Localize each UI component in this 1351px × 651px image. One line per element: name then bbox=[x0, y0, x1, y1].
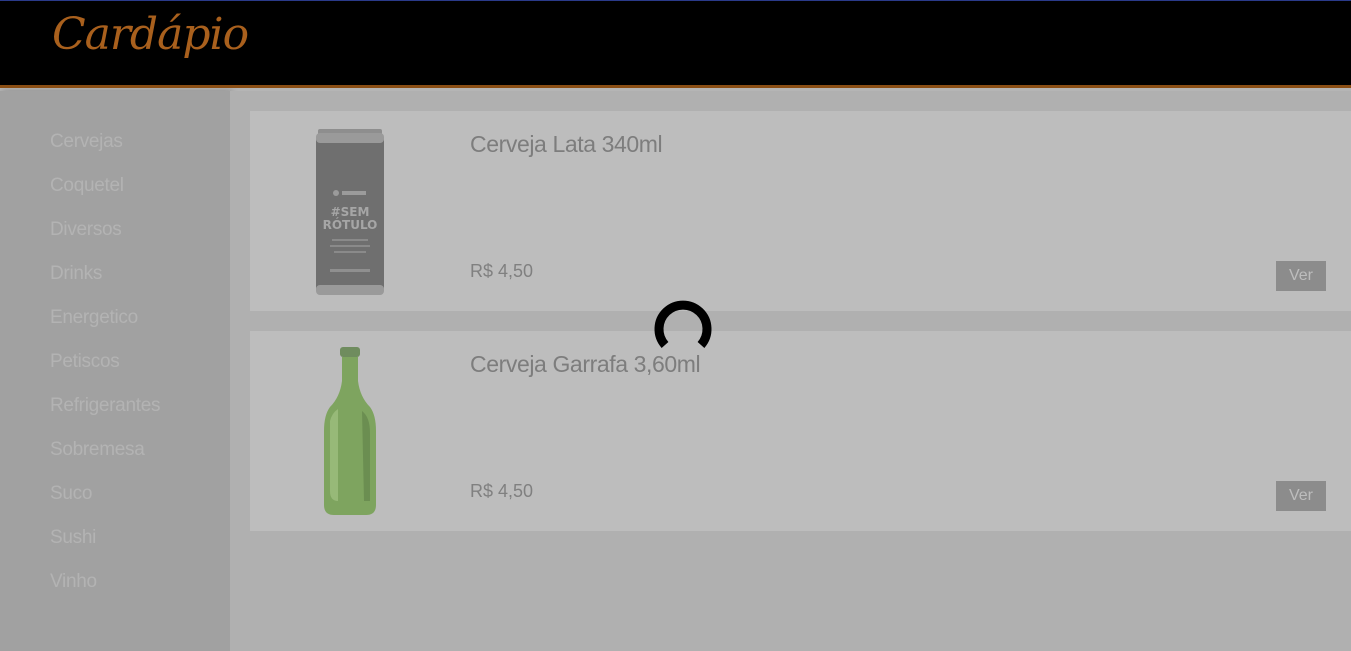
logo[interactable]: Cardápio bbox=[52, 9, 249, 60]
can-label-line1: #SEM bbox=[331, 205, 370, 219]
sidebar-item-energetico[interactable]: Energetico bbox=[50, 307, 138, 329]
product-card: #SEM RÓTULO Cerveja Lata 340ml R$ 4,50 V… bbox=[250, 111, 1351, 311]
product-card: Cerveja Garrafa 3,60ml R$ 4,50 Ver bbox=[250, 331, 1351, 531]
sidebar-item-cervejas[interactable]: Cervejas bbox=[50, 131, 123, 153]
sidebar-item-vinho[interactable]: Vinho bbox=[50, 571, 97, 593]
loading-spinner-icon bbox=[653, 297, 713, 357]
sidebar-item-refrigerantes[interactable]: Refrigerantes bbox=[50, 395, 160, 417]
sidebar-item-coquetel[interactable]: Coquetel bbox=[50, 175, 124, 197]
sidebar-item-sushi[interactable]: Sushi bbox=[50, 527, 96, 549]
product-list: #SEM RÓTULO Cerveja Lata 340ml R$ 4,50 V… bbox=[230, 91, 1351, 651]
header: Cardápio bbox=[0, 0, 1351, 88]
sidebar-item-petiscos[interactable]: Petiscos bbox=[50, 351, 120, 373]
sidebar-item-suco[interactable]: Suco bbox=[50, 483, 92, 505]
view-product-button[interactable]: Ver bbox=[1276, 261, 1326, 291]
sidebar-item-drinks[interactable]: Drinks bbox=[50, 263, 102, 285]
product-price: R$ 4,50 bbox=[470, 481, 534, 501]
can-label-line2: RÓTULO bbox=[323, 217, 378, 232]
beer-bottle-icon bbox=[310, 341, 390, 521]
view-product-button[interactable]: Ver bbox=[1276, 481, 1326, 511]
product-price: R$ 4,50 bbox=[470, 261, 534, 281]
sidebar: Cervejas Coquetel Diversos Drinks Energe… bbox=[0, 91, 230, 651]
sidebar-item-diversos[interactable]: Diversos bbox=[50, 219, 122, 241]
beer-can-icon: #SEM RÓTULO bbox=[310, 121, 390, 301]
sidebar-item-sobremesa[interactable]: Sobremesa bbox=[50, 439, 145, 461]
product-title: Cerveja Lata 340ml bbox=[470, 131, 663, 157]
